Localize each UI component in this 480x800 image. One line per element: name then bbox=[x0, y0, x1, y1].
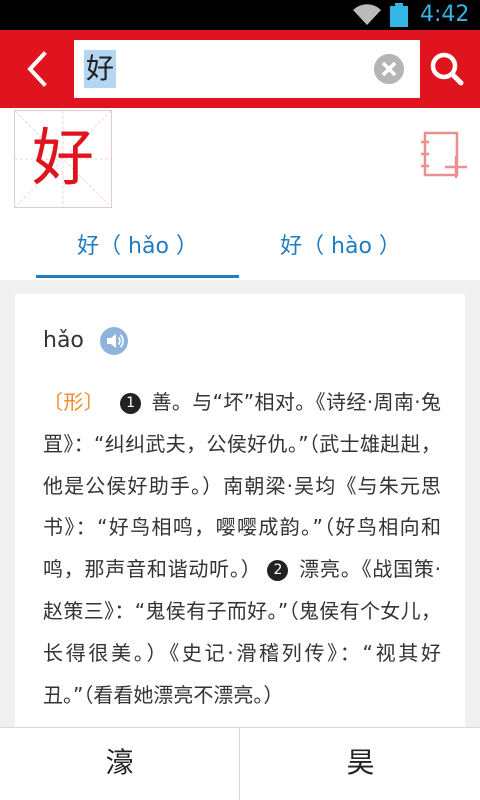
search-input[interactable]: 好 bbox=[74, 40, 420, 98]
battery-icon bbox=[390, 3, 408, 27]
pinyin-row: hǎo bbox=[43, 324, 129, 358]
active-tab-indicator bbox=[36, 275, 239, 278]
pronunciation-tabs: 好（ hǎo ） 好（ hào ） bbox=[0, 218, 480, 280]
search-icon[interactable] bbox=[428, 50, 466, 88]
wifi-icon bbox=[353, 4, 381, 25]
clear-icon[interactable] bbox=[374, 54, 404, 84]
prev-character-button[interactable]: 濠 bbox=[0, 728, 239, 800]
tab-hao4[interactable]: 好（ hào ） bbox=[239, 218, 442, 280]
next-character-button[interactable]: 昊 bbox=[241, 728, 480, 800]
bottom-nav: 濠 昊 bbox=[0, 727, 480, 800]
search-header: 好 bbox=[0, 30, 480, 108]
character-grid-box: 好 bbox=[14, 110, 112, 208]
sense-number-2: 2 bbox=[267, 560, 289, 582]
definition-text: 〔形〕 1 善。与“坏”相对。《诗经·周南·兔罝》：“纠纠武夫，公侯好仇。”（武士雄… bbox=[43, 382, 441, 716]
status-time: 4:42 bbox=[420, 2, 470, 27]
pinyin-text: hǎo bbox=[43, 328, 84, 353]
character-panel: 好 bbox=[0, 108, 480, 218]
status-bar: 4:42 bbox=[0, 0, 480, 30]
sense-1-text: 善。与“坏”相对。《诗经·周南·兔罝》：“纠纠武夫，公侯好仇。”（武士雄赳赳，他… bbox=[43, 390, 442, 582]
character-glyph: 好 bbox=[31, 121, 94, 194]
definition-card: hǎo 〔形〕 1 善。与“坏”相对。《诗经·周南·兔罝》：“纠纠武夫，公侯好仇。”… bbox=[15, 294, 465, 744]
back-arrow-icon[interactable] bbox=[20, 48, 54, 90]
search-input-value[interactable]: 好 bbox=[84, 50, 117, 88]
divider bbox=[239, 728, 240, 800]
speaker-icon[interactable] bbox=[99, 326, 129, 356]
part-of-speech-label: 〔形〕 bbox=[43, 390, 105, 414]
tab-hao3[interactable]: 好（ hǎo ） bbox=[36, 218, 239, 280]
sense-number-1: 1 bbox=[120, 393, 142, 414]
add-to-notebook-icon[interactable] bbox=[420, 130, 470, 184]
